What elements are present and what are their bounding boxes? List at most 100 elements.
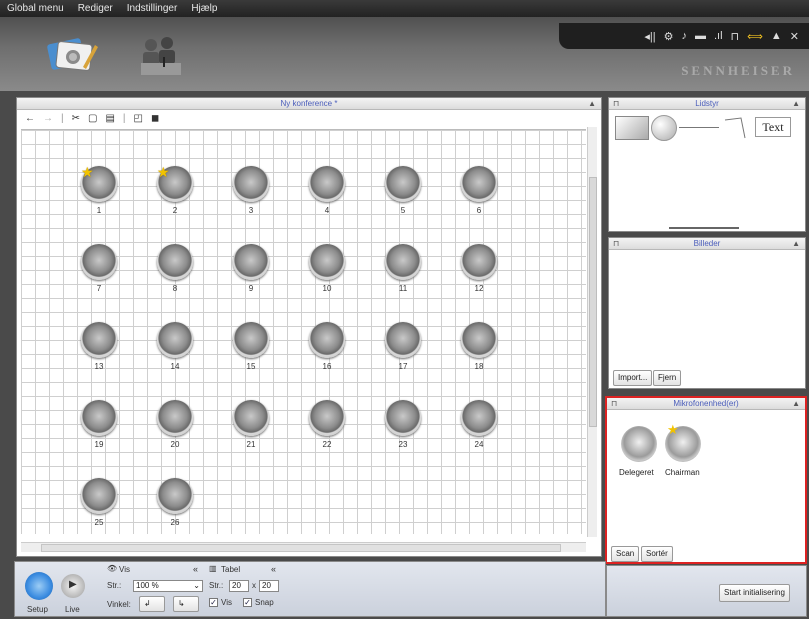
seat-mic-icon [461,244,497,280]
seat-grid[interactable]: ★ 1 ★ 2 3 4 5 6 7 8 9 10 11 12 13 14 15 16 17 18 19 20 21 22 23 2… [21,129,586,534]
seat-mic-icon [81,400,117,436]
seat-5[interactable]: 5 [381,166,425,224]
snap-checkbox[interactable]: ✓ [243,598,252,607]
collapse-icon[interactable]: ▲ [792,398,800,409]
seat-18[interactable]: 18 [457,322,501,380]
seat-7[interactable]: 7 [77,244,121,302]
horizontal-scrollbar[interactable] [21,542,586,552]
collapse-icon[interactable]: ▲ [792,238,800,249]
eject-icon[interactable]: ▲ [771,30,782,42]
paste-icon[interactable]: ▤ [105,113,114,124]
grid-height-input[interactable]: 20 [259,580,279,592]
bring-front-icon[interactable]: ◰ [134,113,143,124]
network-icon[interactable]: ⚙ [664,30,674,43]
polyline-shape-tool[interactable] [723,116,747,140]
size-x-label: x [252,581,256,590]
seat-15[interactable]: 15 [229,322,273,380]
rectangle-shape-tool[interactable] [615,116,649,140]
seat-mic-icon [385,322,421,358]
mic-icon[interactable]: ♪ [681,30,687,42]
seat-3[interactable]: 3 [229,166,273,224]
vis-title: Vis [119,565,130,574]
menu-indstillinger[interactable]: Indstillinger [120,3,185,14]
seat-20[interactable]: 20 [153,400,197,458]
send-back-icon[interactable]: ◼ [151,113,159,124]
volume-icon[interactable]: ◂|| [644,30,655,43]
seat-13[interactable]: 13 [77,322,121,380]
seat-26[interactable]: 26 [153,478,197,536]
battery-icon[interactable]: ▬ [695,30,706,42]
import-button[interactable]: Import... [613,370,653,386]
collapse-icon[interactable]: ▲ [792,98,800,109]
seat-16[interactable]: 16 [305,322,349,380]
pin-icon[interactable]: ⊓ [611,398,617,409]
seat-number: 23 [398,440,408,449]
seat-number: 8 [172,284,178,293]
seat-mic-icon [157,400,193,436]
pin-icon[interactable]: ⊓ [613,98,619,109]
tabel-title: Tabel [221,565,241,574]
seat-11[interactable]: 11 [381,244,425,302]
live-label: Live [65,605,80,614]
setup-mode-button[interactable] [25,572,53,600]
start-initialization-button[interactable]: Start initialisering [719,584,790,602]
seat-22[interactable]: 22 [305,400,349,458]
seat-10[interactable]: 10 [305,244,349,302]
collapse-vis-icon[interactable]: « [193,564,198,574]
seat-19[interactable]: 19 [77,400,121,458]
canvas-title: Ny konference * [280,99,338,108]
seat-mic-icon [157,478,193,514]
signal-icon[interactable]: .ıl [714,30,723,42]
seat-6[interactable]: 6 [457,166,501,224]
seat-4[interactable]: 4 [305,166,349,224]
people-podium-icon[interactable] [128,27,194,83]
seat-8[interactable]: 8 [153,244,197,302]
seat-12[interactable]: 12 [457,244,501,302]
line-shape-tool[interactable] [679,127,719,128]
collapse-tabel-icon[interactable]: « [271,564,276,574]
grid-width-input[interactable]: 20 [229,580,249,592]
rotate-left-button[interactable]: ↲ [139,596,165,612]
seat-number: 2 [172,206,178,215]
seat-17[interactable]: 17 [381,322,425,380]
scan-button[interactable]: Scan [611,546,640,562]
circle-shape-tool[interactable] [651,115,677,141]
resize-handle[interactable] [669,227,739,229]
lidstyr-title: Lidstyr [695,99,719,108]
fjern-button[interactable]: Fjern [653,370,682,386]
copy-icon[interactable]: ▢ [88,113,97,124]
menu-global[interactable]: Global menu [0,3,71,14]
close-icon[interactable]: ✕ [790,30,799,43]
setup-label: Setup [27,605,48,614]
seat-9[interactable]: 9 [229,244,273,302]
menu-rediger[interactable]: Rediger [71,3,120,14]
seat-24[interactable]: 24 [457,400,501,458]
undo-icon[interactable]: ← [25,113,35,124]
billeder-title: Billeder [693,239,721,248]
menu-hjaelp[interactable]: Hjælp [184,3,224,14]
seat-2[interactable]: ★ 2 [153,164,197,224]
seat-23[interactable]: 23 [381,400,425,458]
sort-button[interactable]: Sortér [641,546,673,562]
delegate-mic-icon[interactable] [621,426,657,462]
live-mode-button[interactable]: ▶ [61,574,85,598]
vis-checkbox[interactable]: ✓ [209,598,218,607]
rotate-right-button[interactable]: ↳ [173,596,199,612]
pin-icon[interactable]: ⊓ [613,238,619,249]
redo-icon[interactable]: → [43,113,53,124]
zoom-select[interactable]: 100 % ⌄ [133,580,203,592]
seat-21[interactable]: 21 [229,400,273,458]
cut-icon[interactable]: ✂ [72,113,80,124]
vertical-scrollbar[interactable] [587,127,597,537]
text-tool[interactable]: Text [755,117,791,137]
collapse-icon[interactable]: ▲ [588,98,596,109]
canvas-toolbar: ← → | ✂ ▢ ▤ | ◰ ◼ [25,113,160,124]
seat-1[interactable]: ★ 1 [77,164,121,224]
lock-icon[interactable]: ⊓ [731,30,740,43]
swap-icon[interactable]: ⟺ [747,30,763,43]
seat-14[interactable]: 14 [153,322,197,380]
play-icon: ▶ [69,579,77,590]
chairman-mic-icon[interactable]: ★ [665,422,701,462]
seat-25[interactable]: 25 [77,478,121,536]
image-gallery-icon[interactable] [38,27,104,83]
